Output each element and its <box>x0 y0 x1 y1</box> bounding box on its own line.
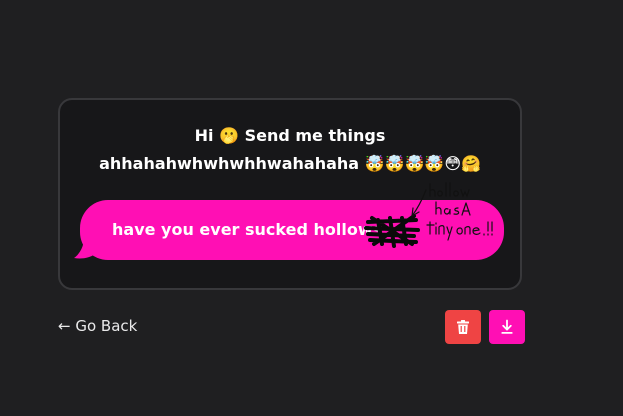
go-back-link[interactable]: ← Go Back <box>58 317 137 335</box>
message-text: have you ever sucked hollows <box>112 220 383 239</box>
download-button[interactable] <box>489 310 525 344</box>
prompt-line-2: ahhahahwhwhwhhwahahaha 🤯🤯🤯🤯😳🤗 <box>99 154 481 173</box>
delete-button[interactable] <box>445 310 481 344</box>
message-bubble: have you ever sucked hollows <box>74 182 504 260</box>
download-icon <box>501 319 513 334</box>
prompt-text: Hi 🫢 Send me things ahhahahwhwhwhhwahaha… <box>60 122 520 178</box>
trash-icon <box>457 320 469 334</box>
message-card: Hi 🫢 Send me things ahhahahwhwhwhhwahaha… <box>58 98 522 290</box>
annotation-text: hollow has a tiny one.!! <box>74 200 75 201</box>
prompt-line-1: Hi 🫢 Send me things <box>194 126 386 145</box>
